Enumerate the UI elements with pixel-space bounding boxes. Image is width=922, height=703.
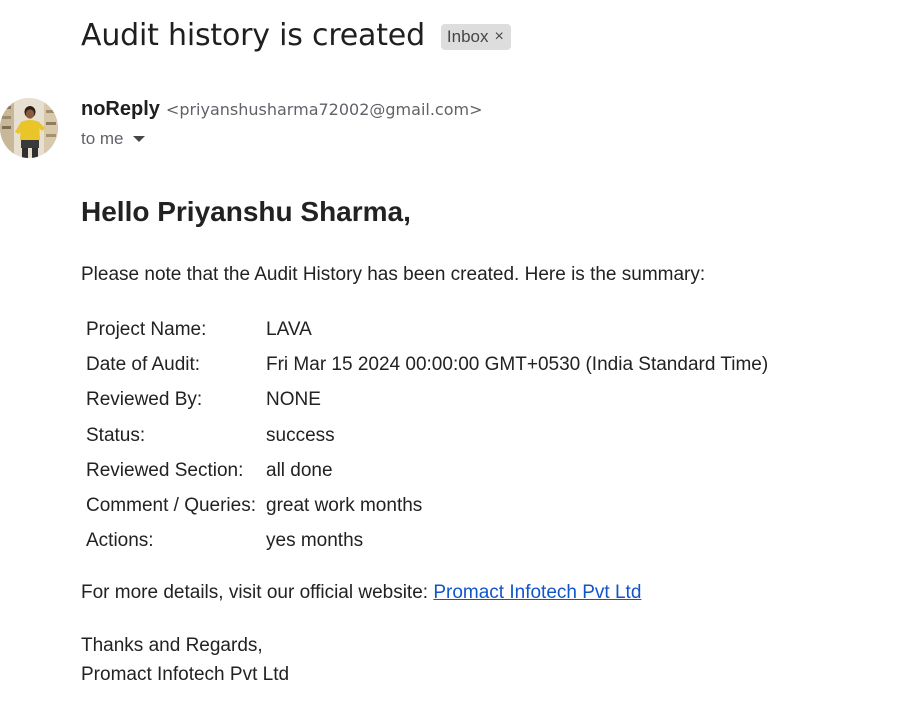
summary-value: great work months: [266, 495, 423, 517]
greeting-heading: Hello Priyanshu Sharma,: [81, 196, 411, 227]
label-chip-text: Inbox: [446, 27, 489, 46]
table-row: Reviewed Section: all done: [86, 453, 768, 488]
table-row: Project Name: LAVA: [86, 312, 768, 347]
summary-key: Status:: [86, 424, 146, 446]
summary-value: LAVA: [266, 318, 312, 340]
summary-value: NONE: [266, 389, 321, 411]
email-subject: Audit history is created: [81, 17, 425, 53]
summary-value: success: [266, 424, 335, 446]
intro-paragraph: Please note that the Audit History has b…: [81, 264, 706, 285]
remove-label-icon[interactable]: ×: [495, 28, 504, 46]
audit-summary-table: Project Name: LAVA Date of Audit: Fri Ma…: [83, 312, 771, 559]
summary-key: Date of Audit:: [86, 353, 201, 375]
company-website-link[interactable]: Promact Infotech Pvt Ltd: [433, 582, 641, 603]
table-row: Actions: yes months: [86, 524, 768, 559]
summary-key: Comment / Queries:: [86, 495, 256, 517]
table-row: Comment / Queries: great work months: [86, 488, 768, 523]
sender-name[interactable]: noReply: [81, 98, 160, 121]
sender-email: <priyanshusharma72002@gmail.com>: [165, 100, 483, 119]
sender-line: noReply <priyanshusharma72002@gmail.com>: [81, 98, 483, 126]
details-prefix: For more details, visit our official web…: [81, 582, 434, 603]
user-photo-avatar-icon: [0, 98, 58, 158]
recipient-text: to me: [81, 129, 124, 148]
summary-value: all done: [266, 459, 333, 481]
table-row: Date of Audit: Fri Mar 15 2024 00:00:00 …: [86, 347, 768, 382]
label-chip-inbox[interactable]: Inbox ×: [440, 24, 511, 50]
sender-avatar[interactable]: [0, 98, 58, 158]
recipient-details-toggle[interactable]: to me: [81, 129, 483, 149]
signoff-line: Thanks and Regards,: [81, 635, 263, 656]
signoff: Thanks and Regards, Promact Infotech Pvt…: [81, 631, 289, 689]
details-paragraph: For more details, visit our official web…: [81, 582, 641, 604]
table-row: Status: success: [86, 418, 768, 453]
summary-key: Reviewed By:: [86, 389, 203, 411]
caret-down-icon[interactable]: [132, 136, 145, 142]
table-row: Reviewed By: NONE: [86, 383, 768, 418]
signoff-company: Promact Infotech Pvt Ltd: [81, 664, 290, 685]
subject-row: Audit history is created Inbox ×: [81, 14, 511, 56]
summary-key: Reviewed Section:: [86, 459, 244, 481]
summary-key: Project Name:: [86, 318, 207, 340]
summary-value: Fri Mar 15 2024 00:00:00 GMT+0530 (India…: [266, 353, 769, 375]
summary-key: Actions:: [86, 530, 154, 552]
sender-block: noReply <priyanshusharma72002@gmail.com>…: [81, 98, 483, 149]
summary-value: yes months: [266, 530, 364, 552]
